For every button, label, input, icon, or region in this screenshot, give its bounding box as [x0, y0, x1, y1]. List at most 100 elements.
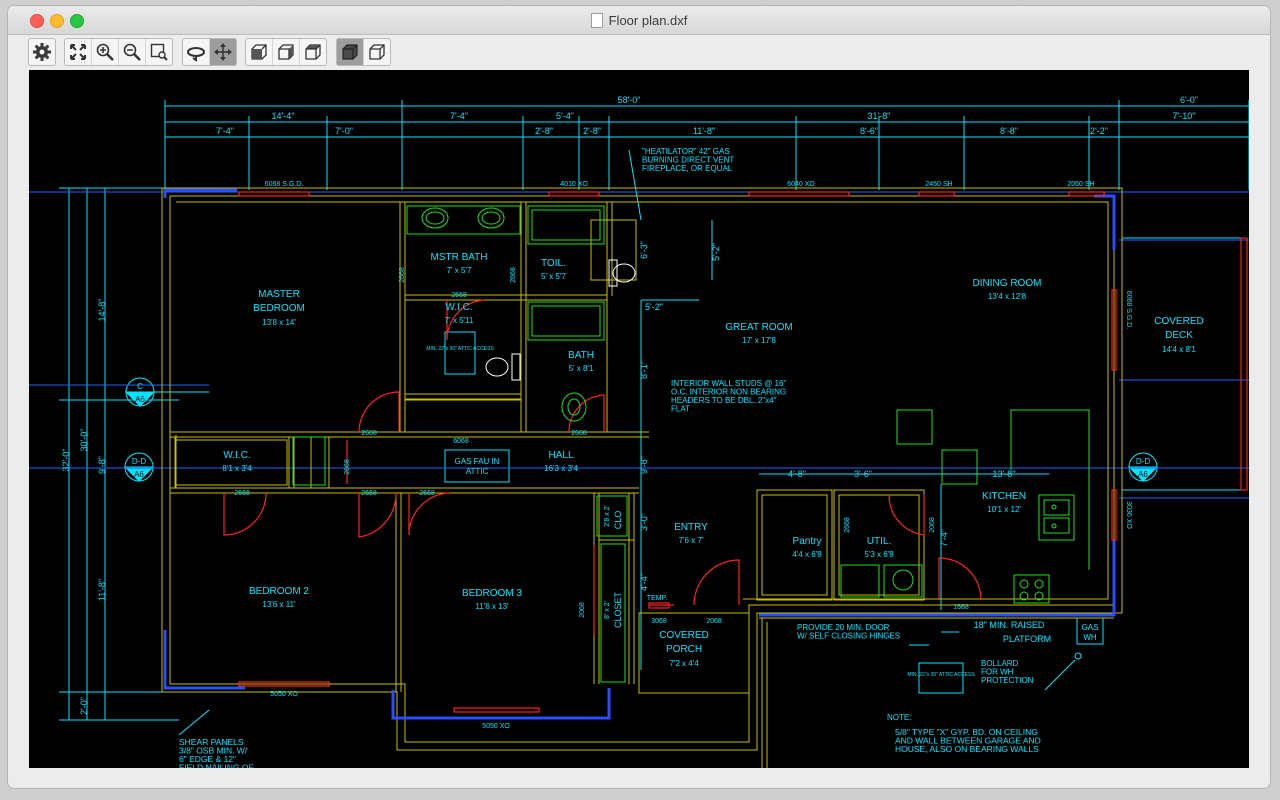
room-size: 10'1 x 12' [987, 505, 1021, 514]
room-name: COVERED [659, 630, 708, 641]
door-tag: 2668 [234, 490, 250, 497]
cube-iso-icon [305, 44, 321, 60]
orbit-button[interactable] [183, 39, 210, 65]
platform-note: PLATFORM [1003, 634, 1051, 644]
section-marker-label: D-D [1136, 457, 1150, 466]
room-size: 16'3 x 3'4 [544, 464, 578, 473]
room-name: BEDROOM 3 [462, 588, 522, 599]
dimension-label: 32'-0" [61, 449, 71, 472]
view-group [245, 38, 327, 66]
view-front-button[interactable] [246, 39, 273, 65]
bathtub-inner [531, 209, 601, 241]
gas-fau-label: ATTIC [466, 467, 489, 476]
window-tag: 5050 XO [482, 723, 510, 730]
closet-shelf [292, 436, 326, 486]
shear-wall [163, 188, 237, 198]
settings-group [28, 38, 56, 66]
title-bar: Floor plan.dxf [8, 6, 1270, 35]
room-name: GREAT ROOM [725, 322, 792, 333]
door-tag: 3068 [651, 618, 667, 625]
leader-line [628, 149, 642, 221]
shear-note: FIELD NAILING OF [179, 763, 254, 769]
room-name: HALL [548, 450, 573, 461]
interior-wall-note: FLAT [671, 405, 690, 414]
gas-wh-label: GAS [1082, 623, 1099, 632]
window-tag: 5050 XO [270, 691, 298, 698]
shear-wall [1094, 194, 1116, 250]
dimension-label: 9'-8" [97, 456, 107, 474]
zoom-in-button[interactable] [92, 39, 119, 65]
window-tag: 6040 XO [787, 181, 815, 188]
floor-plan-drawing[interactable]: 58'-0" 6'-0" 14'-4" 7'-4" 5'-4" 31'-8" 7'-10" 7… [29, 70, 1249, 768]
linen-shelf [404, 399, 522, 433]
window-tag: 6068 S.G.D. [265, 181, 304, 188]
zoom-window-icon [150, 43, 168, 61]
shaded-mode-button[interactable] [337, 39, 364, 65]
zoom-extents-button[interactable] [65, 39, 92, 65]
room-size: 17' x 17'8 [742, 336, 776, 345]
section-marker-ref: A6 [134, 470, 144, 479]
room-size: 7'6 x 7' [679, 536, 704, 545]
zoom-window-button[interactable] [146, 39, 172, 65]
door-swing [568, 394, 605, 433]
door-swing [693, 559, 740, 606]
interior-wall [176, 201, 1109, 600]
window-tag: 2050 SH [1067, 181, 1094, 188]
room-size: 11'6 x 13' [475, 602, 509, 611]
room-name: W.I.C. [445, 302, 472, 313]
door-swing [223, 492, 267, 536]
toilet-bowl [485, 357, 509, 377]
door-tag: 2068 [579, 602, 586, 618]
dimension-label: 8'-6" [860, 126, 878, 136]
zoom-extents-icon [70, 44, 86, 60]
shear-wall [163, 630, 245, 690]
room-size: 5' x 8'1 [569, 364, 594, 373]
sink-fixture [481, 211, 501, 225]
dimension-label: 9'-8" [639, 456, 649, 474]
bathtub [527, 301, 605, 341]
room-name: W.I.C. [223, 450, 250, 461]
note-body: HOUSE, ALSO ON BEARING WALLS [895, 744, 1039, 754]
clo-size-label: 2'8 x 2' [604, 505, 611, 527]
shear-wall [391, 688, 611, 720]
dimension-label: 4'-8" [788, 469, 806, 479]
room-size: 7' x 5'11 [445, 316, 474, 325]
burner [1034, 579, 1044, 589]
faucet [1051, 523, 1057, 529]
view-side-button[interactable] [273, 39, 300, 65]
zoom-group [64, 38, 173, 66]
view-iso-button[interactable] [300, 39, 326, 65]
dimension-label: 31'-8" [868, 111, 891, 121]
zoom-out-icon [123, 43, 141, 61]
door-tag: 6068 [453, 438, 469, 445]
room-size: 13'8 x 14' [262, 318, 296, 327]
kitchen-counter [1010, 409, 1090, 570]
settings-button[interactable] [29, 39, 55, 65]
section-marker-label: D-D [132, 457, 146, 466]
door-swing [408, 492, 450, 536]
window-symbol [453, 707, 540, 713]
zoom-out-button[interactable] [119, 39, 146, 65]
window-tag: 3036 XO [1125, 501, 1132, 529]
toilet-fixture [561, 392, 587, 422]
dimension-label: 7'-4" [450, 111, 468, 121]
dimension-label: 6'-3" [639, 241, 649, 259]
door-tag: 2668 [844, 517, 851, 533]
wireframe-mode-button[interactable] [364, 39, 390, 65]
pan-button[interactable] [210, 39, 236, 65]
room-name: Pantry [793, 536, 822, 547]
room-size: 8'1 x 3'4 [222, 464, 252, 473]
door-tag: 2668 [419, 490, 435, 497]
room-name: PORCH [666, 644, 702, 655]
attic-access-label: MIN. 22"x 30" ATTIC ACCESS [907, 672, 975, 678]
bollard [1074, 652, 1082, 660]
room-name: BEDROOM [253, 303, 305, 314]
dimension-label: 5'-2" [711, 243, 721, 261]
closet-shelf [174, 439, 288, 486]
drawing-viewport[interactable]: 58'-0" 6'-0" 14'-4" 7'-4" 5'-4" 31'-8" 7'-10" 7… [29, 70, 1249, 768]
dimension-label: 8'-1" [639, 361, 649, 379]
toilet-bowl [612, 263, 636, 283]
window-symbol [918, 191, 955, 197]
toilet-tank [511, 353, 521, 381]
dimension-label: 5'-2" [645, 302, 663, 312]
